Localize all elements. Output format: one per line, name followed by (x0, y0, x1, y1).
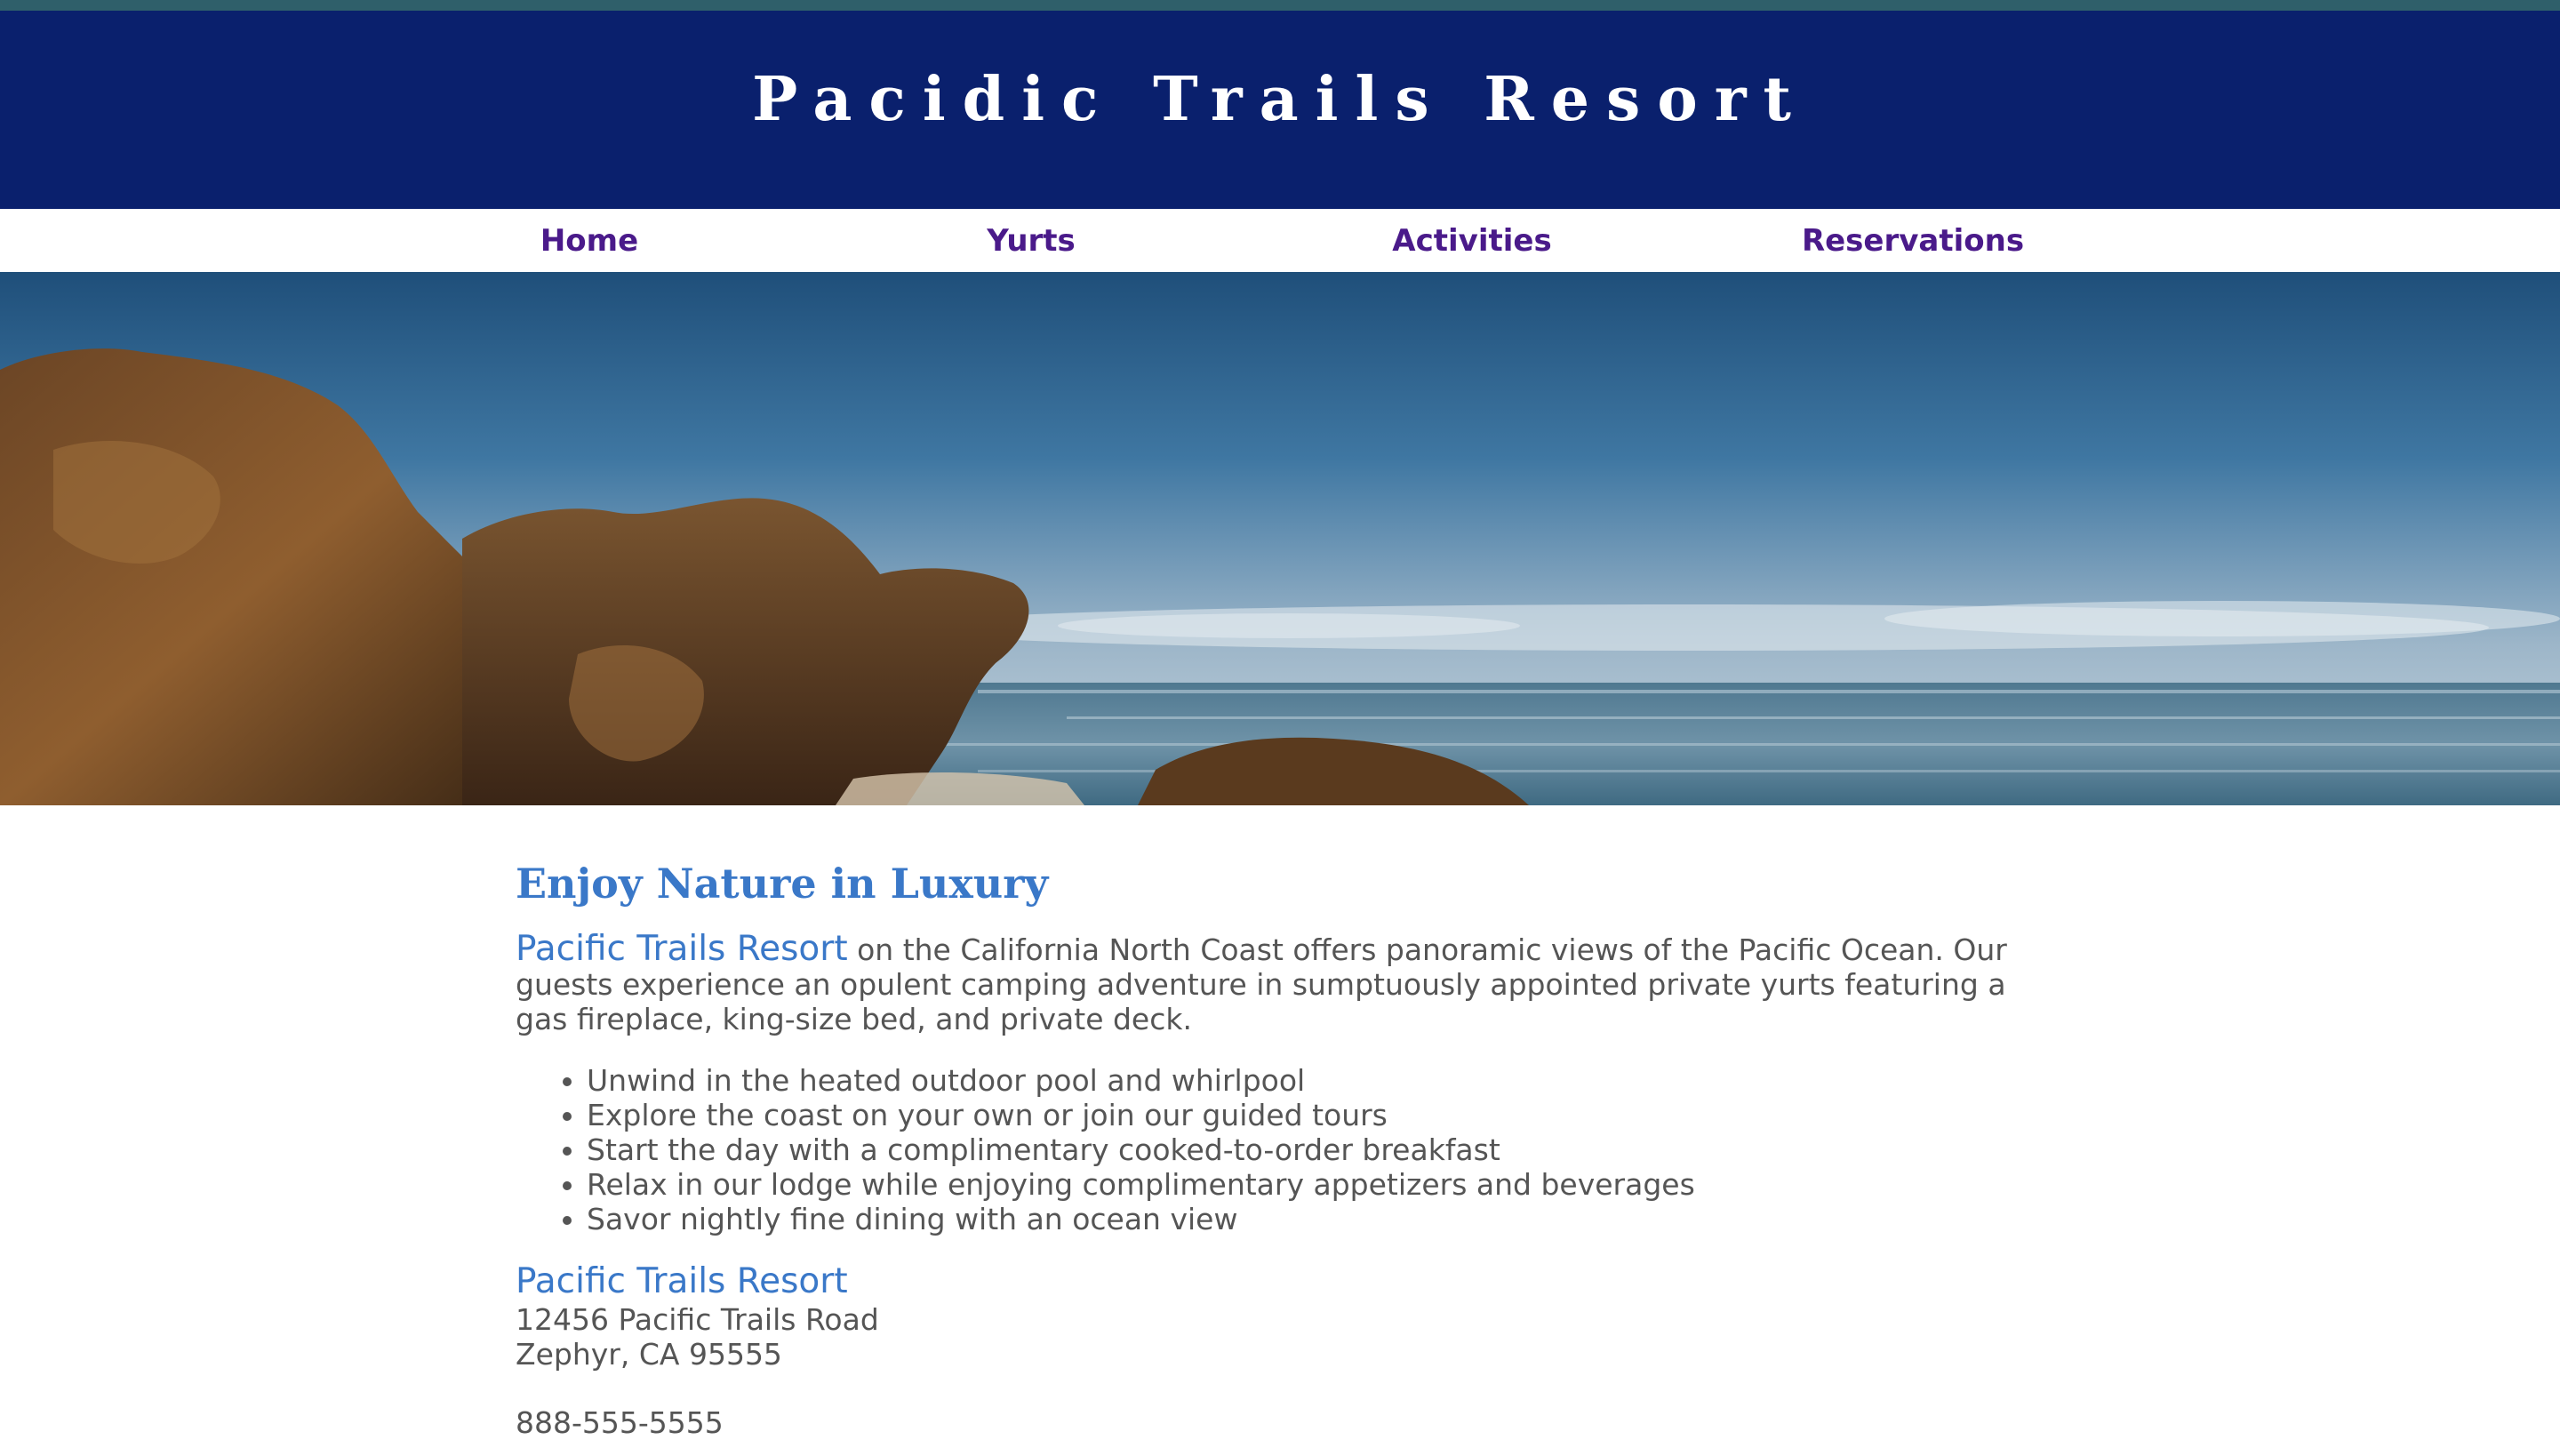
nav-yurts-link[interactable]: Yurts (811, 209, 1252, 272)
site-title: Pacidic Trails Resort (752, 63, 1808, 135)
nav-reservations-link[interactable]: Reservations (1692, 209, 2133, 272)
address-street: 12456 Pacific Trails Road (516, 1302, 879, 1337)
nav-activities-link[interactable]: Activities (1252, 209, 1692, 272)
list-item: Start the day with a complimentary cooke… (587, 1132, 2044, 1167)
main-nav: Home Yurts Activities Reservations (0, 209, 2560, 272)
list-item: Savor nightly fine dining with an ocean … (587, 1202, 2044, 1236)
site-header: Pacidic Trails Resort (0, 11, 2560, 209)
intro-resort-name: Pacific Trails Resort (516, 929, 848, 969)
features-list: Unwind in the heated outdoor pool and wh… (516, 1063, 2044, 1236)
address-city: Zephyr, CA 95555 (516, 1337, 782, 1372)
list-item: Relax in our lodge while enjoying compli… (587, 1167, 2044, 1202)
phone-number: 888-555-5555 (516, 1405, 724, 1440)
hero-image (0, 272, 2560, 805)
coastline-image (0, 272, 2560, 805)
contact-address: Pacific Trails Resort 12456 Pacific Trai… (516, 1261, 2044, 1372)
list-item: Unwind in the heated outdoor pool and wh… (587, 1063, 2044, 1098)
list-item: Explore the coast on your own or join ou… (587, 1098, 2044, 1132)
page-heading: Enjoy Nature in Luxury (516, 860, 1049, 908)
main-content: Enjoy Nature in Luxury Pacific Trails Re… (516, 853, 2044, 1440)
intro-paragraph: Pacific Trails Resort on the California … (516, 932, 2044, 1036)
top-strip (0, 0, 2560, 11)
address-resort-name: Pacific Trails Resort (516, 1261, 848, 1301)
nav-home-link[interactable]: Home (369, 209, 810, 272)
